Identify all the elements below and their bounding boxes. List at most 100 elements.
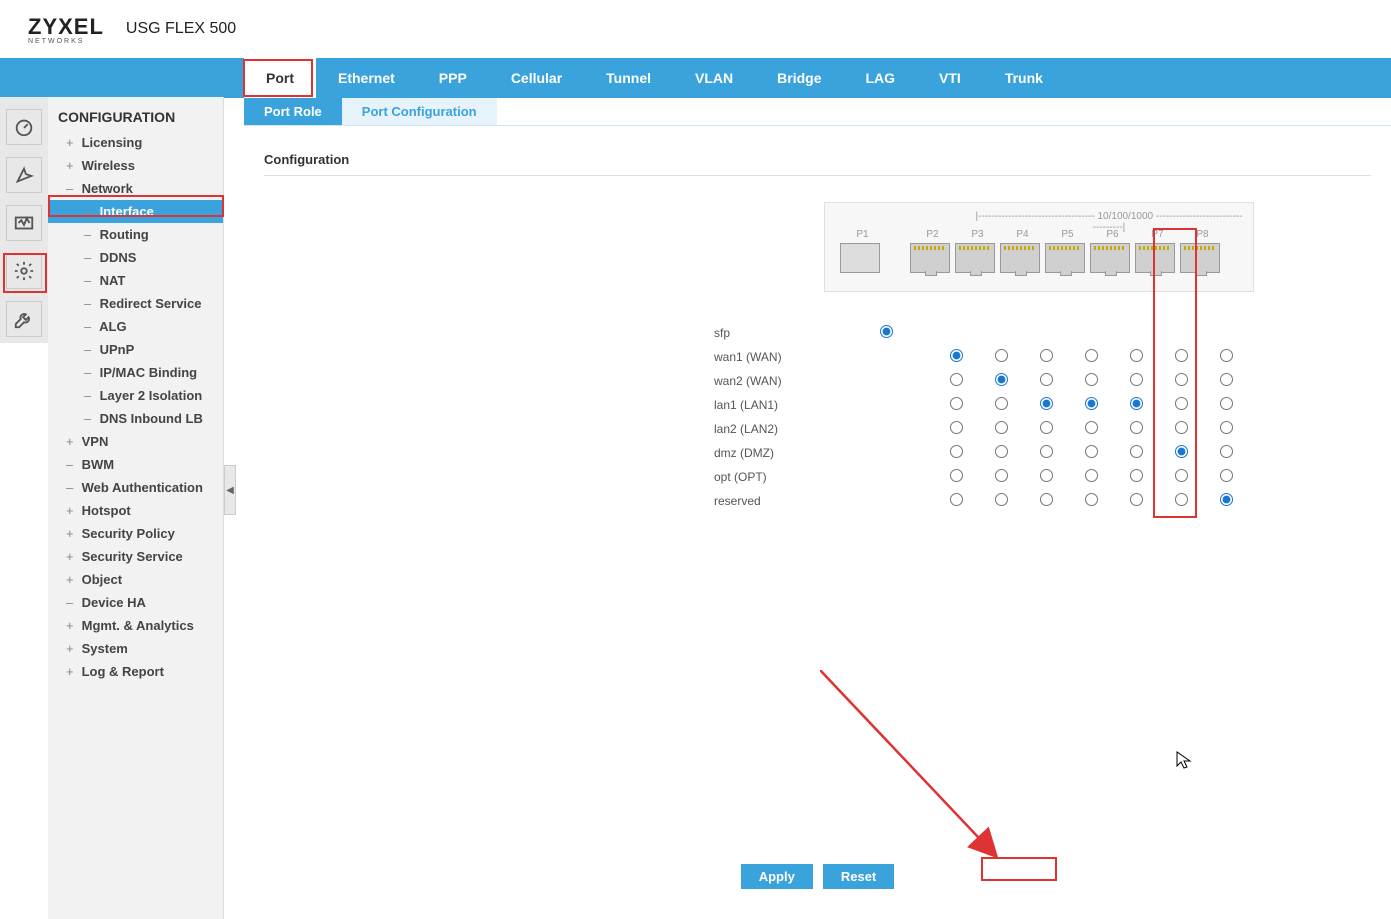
tab-trunk[interactable]: Trunk <box>983 58 1065 98</box>
role-radio-p4-wan1[interactable] <box>1040 349 1053 362</box>
role-radio-p8-lan1[interactable] <box>1220 397 1233 410</box>
tab-port[interactable]: Port <box>244 58 316 98</box>
nav-redirect-service[interactable]: – Redirect Service <box>48 292 223 315</box>
role-radio-p3-lan1[interactable] <box>995 397 1008 410</box>
port-jack-p4 <box>1000 243 1040 273</box>
nav-layer-2-isolation[interactable]: – Layer 2 Isolation <box>48 384 223 407</box>
role-radio-p8-lan2[interactable] <box>1220 421 1233 434</box>
role-radio-p6-dmz[interactable] <box>1130 445 1143 458</box>
role-label: wan2 (WAN) <box>714 374 864 388</box>
role-radio-p5-dmz[interactable] <box>1085 445 1098 458</box>
tab-cellular[interactable]: Cellular <box>489 58 584 98</box>
nav-routing[interactable]: – Routing <box>48 223 223 246</box>
role-radio-p3-reserved[interactable] <box>995 493 1008 506</box>
nav-hotspot[interactable]: + Hotspot <box>48 499 223 522</box>
tab-ppp[interactable]: PPP <box>417 58 489 98</box>
role-radio-p4-lan2[interactable] <box>1040 421 1053 434</box>
nav-bwm[interactable]: – BWM <box>48 453 223 476</box>
role-radio-p7-dmz[interactable] <box>1175 445 1188 458</box>
wizard-icon[interactable] <box>6 157 42 193</box>
role-radio-p6-reserved[interactable] <box>1130 493 1143 506</box>
role-row-wan1: wan1 (WAN) <box>714 345 1249 369</box>
maintenance-icon[interactable] <box>6 301 42 337</box>
nav-network[interactable]: – Network <box>48 177 223 200</box>
dashboard-icon[interactable] <box>6 109 42 145</box>
nav-wireless[interactable]: + Wireless <box>48 154 223 177</box>
role-radio-p5-opt[interactable] <box>1085 469 1098 482</box>
nav-dns-inbound-lb[interactable]: – DNS Inbound LB <box>48 407 223 430</box>
role-radio-p5-lan2[interactable] <box>1085 421 1098 434</box>
role-radio-p5-wan1[interactable] <box>1085 349 1098 362</box>
nav-device-ha[interactable]: – Device HA <box>48 591 223 614</box>
monitor-icon[interactable] <box>6 205 42 241</box>
role-radio-p7-reserved[interactable] <box>1175 493 1188 506</box>
nav-interface[interactable]: – Interface <box>48 200 223 223</box>
role-radio-p3-wan1[interactable] <box>995 349 1008 362</box>
nav-licensing[interactable]: + Licensing <box>48 131 223 154</box>
tab-tunnel[interactable]: Tunnel <box>584 58 673 98</box>
nav-object[interactable]: + Object <box>48 568 223 591</box>
role-radio-p2-wan2[interactable] <box>950 373 963 386</box>
role-radio-p7-lan1[interactable] <box>1175 397 1188 410</box>
nav-system[interactable]: + System <box>48 637 223 660</box>
role-radio-p5-lan1[interactable] <box>1085 397 1098 410</box>
role-radio-p4-lan1[interactable] <box>1040 397 1053 410</box>
nav-nat[interactable]: – NAT <box>48 269 223 292</box>
tab-ethernet[interactable]: Ethernet <box>316 58 417 98</box>
nav-alg[interactable]: – ALG <box>48 315 223 338</box>
role-radio-p7-wan1[interactable] <box>1175 349 1188 362</box>
subtab-port-role[interactable]: Port Role <box>244 98 342 125</box>
role-radio-p6-lan2[interactable] <box>1130 421 1143 434</box>
role-radio-p5-reserved[interactable] <box>1085 493 1098 506</box>
role-radio-p8-reserved[interactable] <box>1220 493 1233 506</box>
header: ZYXEL NETWORKS USG FLEX 500 <box>0 0 1391 58</box>
role-radio-p2-opt[interactable] <box>950 469 963 482</box>
role-radio-p4-dmz[interactable] <box>1040 445 1053 458</box>
role-radio-p3-wan2[interactable] <box>995 373 1008 386</box>
subtab-port-configuration[interactable]: Port Configuration <box>342 98 497 125</box>
role-radio-p5-wan2[interactable] <box>1085 373 1098 386</box>
sidebar-collapse-handle[interactable]: ◀ <box>224 465 236 515</box>
role-radio-p2-lan2[interactable] <box>950 421 963 434</box>
role-radio-p7-wan2[interactable] <box>1175 373 1188 386</box>
tab-vlan[interactable]: VLAN <box>673 58 755 98</box>
nav-security-policy[interactable]: + Security Policy <box>48 522 223 545</box>
nav-mgmt-analytics[interactable]: + Mgmt. & Analytics <box>48 614 223 637</box>
reset-button[interactable]: Reset <box>823 864 894 889</box>
role-radio-p3-opt[interactable] <box>995 469 1008 482</box>
role-radio-p1-sfp[interactable] <box>880 325 893 338</box>
role-radio-p4-opt[interactable] <box>1040 469 1053 482</box>
role-radio-p8-wan1[interactable] <box>1220 349 1233 362</box>
role-radio-p8-wan2[interactable] <box>1220 373 1233 386</box>
role-radio-p8-opt[interactable] <box>1220 469 1233 482</box>
nav-vpn[interactable]: + VPN <box>48 430 223 453</box>
role-radio-p6-opt[interactable] <box>1130 469 1143 482</box>
role-radio-p3-dmz[interactable] <box>995 445 1008 458</box>
role-radio-p2-reserved[interactable] <box>950 493 963 506</box>
left-rail <box>0 97 48 343</box>
nav-upnp[interactable]: – UPnP <box>48 338 223 361</box>
apply-button[interactable]: Apply <box>741 864 813 889</box>
role-radio-p6-wan2[interactable] <box>1130 373 1143 386</box>
nav-web-authentication[interactable]: – Web Authentication <box>48 476 223 499</box>
port-label-p6: P6 <box>1090 229 1135 240</box>
role-radio-p2-lan1[interactable] <box>950 397 963 410</box>
role-radio-p7-opt[interactable] <box>1175 469 1188 482</box>
tab-bridge[interactable]: Bridge <box>755 58 843 98</box>
role-radio-p4-wan2[interactable] <box>1040 373 1053 386</box>
role-radio-p6-wan1[interactable] <box>1130 349 1143 362</box>
role-radio-p8-dmz[interactable] <box>1220 445 1233 458</box>
nav-ddns[interactable]: – DDNS <box>48 246 223 269</box>
role-radio-p7-lan2[interactable] <box>1175 421 1188 434</box>
tab-lag[interactable]: LAG <box>843 58 917 98</box>
role-radio-p6-lan1[interactable] <box>1130 397 1143 410</box>
configuration-gear-icon[interactable] <box>6 253 42 289</box>
role-radio-p2-wan1[interactable] <box>950 349 963 362</box>
role-radio-p4-reserved[interactable] <box>1040 493 1053 506</box>
nav-security-service[interactable]: + Security Service <box>48 545 223 568</box>
nav-log-report[interactable]: + Log & Report <box>48 660 223 683</box>
tab-vti[interactable]: VTI <box>917 58 983 98</box>
role-radio-p3-lan2[interactable] <box>995 421 1008 434</box>
nav-ip-mac-binding[interactable]: – IP/MAC Binding <box>48 361 223 384</box>
role-radio-p2-dmz[interactable] <box>950 445 963 458</box>
